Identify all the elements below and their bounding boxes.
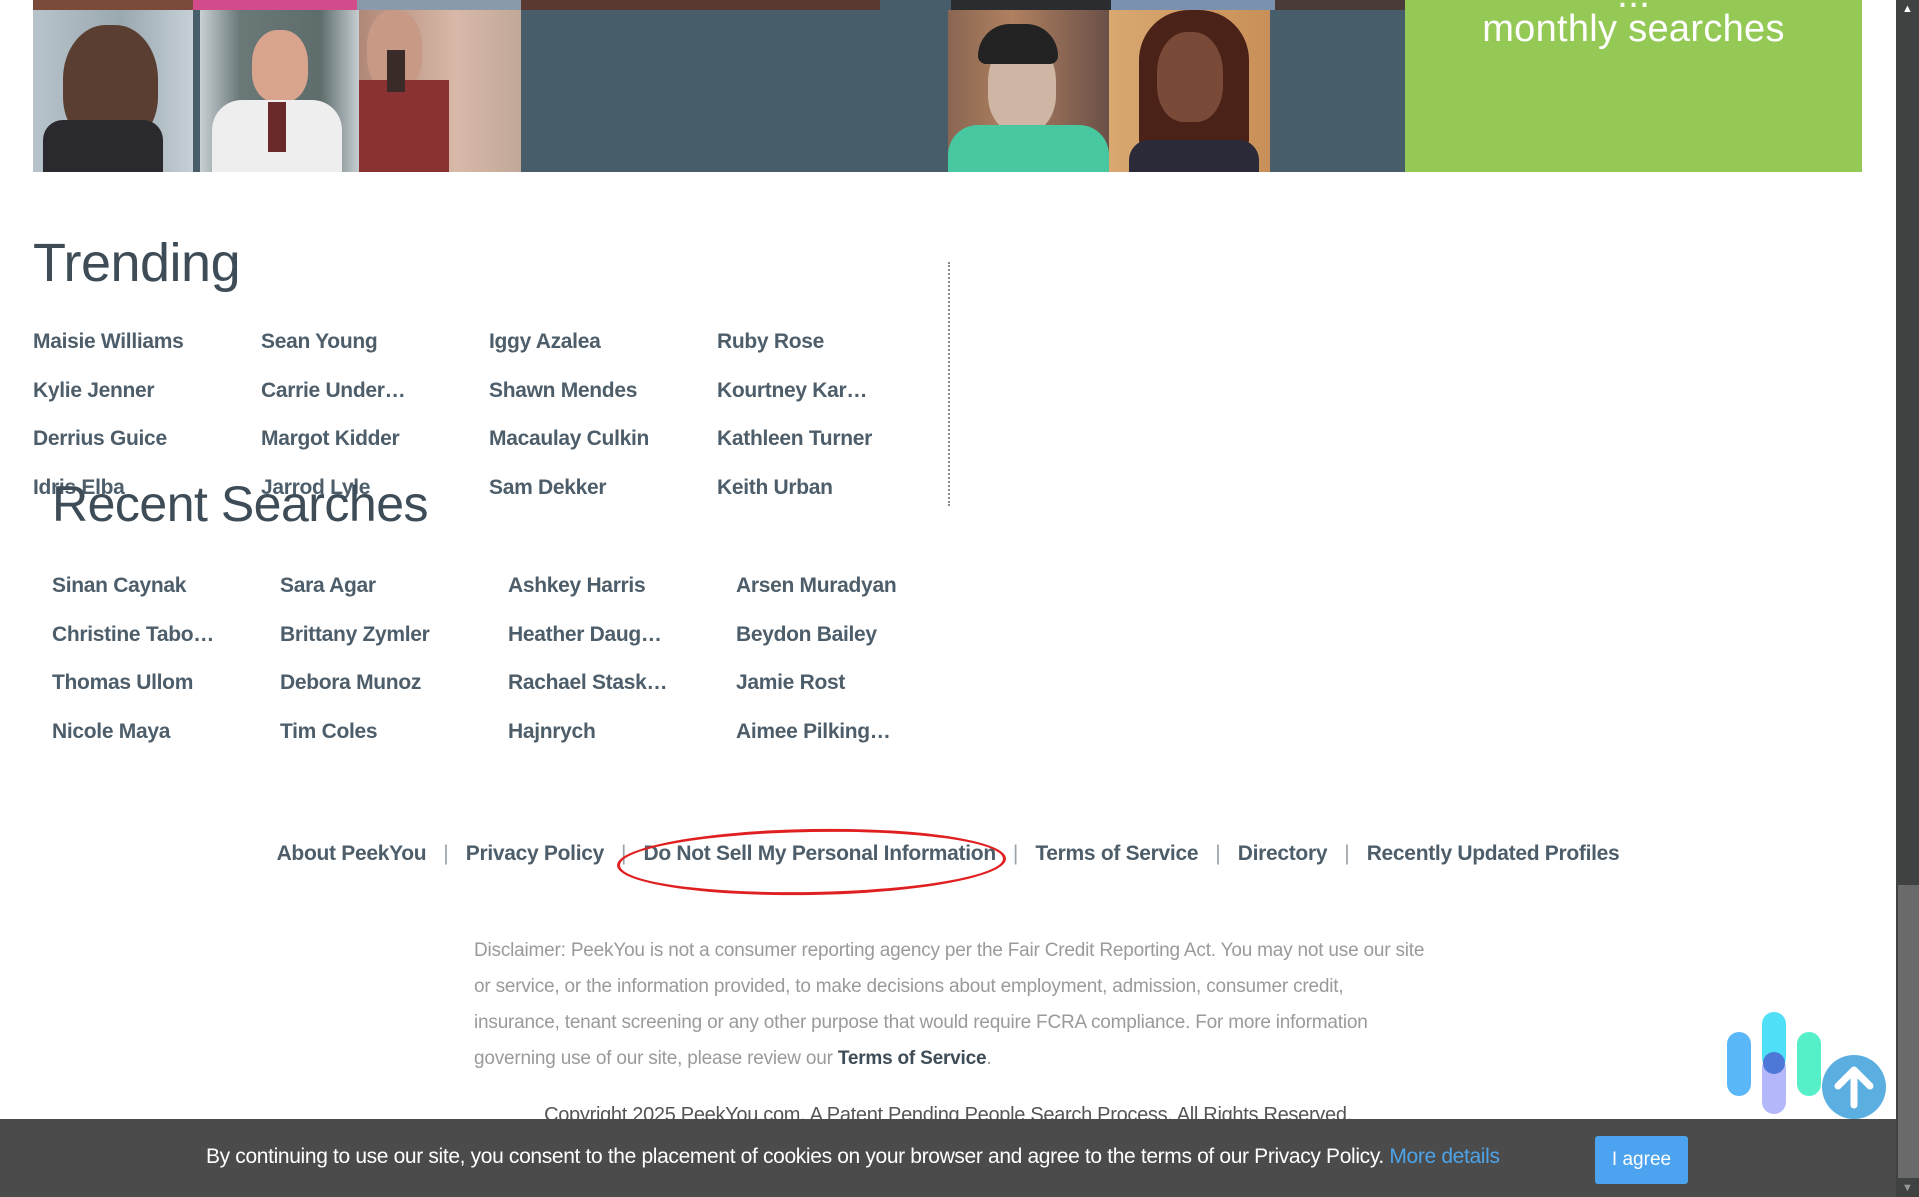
trending-name-link[interactable]: Iggy Azalea <box>489 330 601 354</box>
recent-searches-heading: Recent Searches <box>52 476 429 532</box>
agree-button[interactable]: I agree <box>1595 1136 1688 1184</box>
cookie-message: By continuing to use our site, you conse… <box>206 1145 1500 1169</box>
recent-search-name-link[interactable]: Heather Daug… <box>508 623 662 647</box>
stat-caption: monthly searches <box>1482 8 1785 50</box>
photo-strip-top <box>951 0 1111 10</box>
recent-search-name-link[interactable]: Rachael Stask… <box>508 671 668 695</box>
more-details-link[interactable]: More details <box>1389 1145 1500 1168</box>
photo-young-man[interactable] <box>948 10 1109 172</box>
trending-name-link[interactable]: Margot Kidder <box>261 427 400 451</box>
trending-name-link[interactable]: Macaulay Culkin <box>489 427 649 451</box>
recent-search-name-link[interactable]: Hajnrych <box>508 720 596 744</box>
scroll-down-arrow[interactable]: ▼ <box>1896 1179 1919 1197</box>
scroll-to-top-button[interactable] <box>1822 1055 1886 1119</box>
recent-search-name-link[interactable]: Tim Coles <box>280 720 378 744</box>
photo-strip-top <box>357 0 521 10</box>
assistant-bar-right <box>1797 1032 1821 1096</box>
recent-search-name-link[interactable]: Brittany Zymler <box>280 623 430 647</box>
footer-link-directory[interactable]: Directory <box>1238 842 1328 865</box>
trending-name-link[interactable]: Derrius Guice <box>33 427 167 451</box>
footer-separator: | <box>1344 842 1350 865</box>
recent-search-name-link[interactable]: Arsen Muradyan <box>736 574 897 598</box>
photo-woman[interactable] <box>1109 10 1270 172</box>
assistant-dot <box>1763 1052 1785 1074</box>
trending-name-link[interactable]: Sam Dekker <box>489 476 607 500</box>
recent-search-name-link[interactable]: Sara Agar <box>280 574 376 598</box>
stats-box: ... monthly searches <box>1405 0 1862 172</box>
footer-separator: | <box>443 842 449 865</box>
recent-search-name-link[interactable]: Beydon Bailey <box>736 623 877 647</box>
trending-name-link[interactable]: Kathleen Turner <box>717 427 872 451</box>
recent-search-name-link[interactable]: Christine Tabo… <box>52 623 214 647</box>
photo-strip-top <box>33 0 193 10</box>
cookie-banner: By continuing to use our site, you conse… <box>0 1119 1896 1197</box>
photo-strip-top <box>193 0 357 10</box>
photo-doctor[interactable] <box>200 10 360 172</box>
scroll-up-arrow[interactable]: ▲ <box>1896 0 1919 18</box>
photo-banner <box>33 0 1405 172</box>
footer-link-terms-of-service[interactable]: Terms of Service <box>1035 842 1198 865</box>
footer-link-do-not-sell-my-personal-information[interactable]: Do Not Sell My Personal Information <box>643 842 996 865</box>
trending-name-link[interactable]: Kourtney Kar… <box>717 379 867 403</box>
trending-name-link[interactable]: Maisie Williams <box>33 330 184 354</box>
trending-name-link[interactable]: Sean Young <box>261 330 378 354</box>
disclaimer-terms-link[interactable]: Terms of Service <box>838 1048 987 1069</box>
footer-nav: About PeekYou | Privacy Policy | Do Not Sell… <box>0 842 1896 866</box>
footer-separator: | <box>1215 842 1221 865</box>
photo-strip-top <box>521 0 880 10</box>
footer-link-recently-updated-profiles[interactable]: Recently Updated Profiles <box>1367 842 1620 865</box>
recent-search-name-link[interactable]: Thomas Ullom <box>52 671 193 695</box>
assistant-bar-left <box>1727 1032 1751 1096</box>
recent-search-name-link[interactable]: Ashkey Harris <box>508 574 646 598</box>
footer-separator: | <box>1012 842 1019 865</box>
cookie-text: By continuing to use our site, you conse… <box>206 1145 1384 1168</box>
voice-assistant-icon[interactable] <box>1725 1012 1825 1117</box>
section-divider <box>948 262 950 506</box>
trending-name-link[interactable]: Ruby Rose <box>717 330 824 354</box>
recent-search-name-link[interactable]: Jamie Rost <box>736 671 845 695</box>
trending-name-link[interactable]: Carrie Under… <box>261 379 406 403</box>
recent-search-name-link[interactable]: Debora Munoz <box>280 671 421 695</box>
recent-search-name-link[interactable]: Aimee Pilking… <box>736 720 891 744</box>
footer-link-privacy-policy[interactable]: Privacy Policy <box>466 842 605 865</box>
photo-strip-top <box>1275 0 1405 10</box>
photo-man-selfie[interactable] <box>359 10 521 172</box>
arrow-up-icon <box>1834 1066 1874 1109</box>
recent-search-name-link[interactable]: Sinan Caynak <box>52 574 186 598</box>
trending-name-link[interactable]: Keith Urban <box>717 476 833 500</box>
footer-link-about-peekyou[interactable]: About PeekYou <box>277 842 427 865</box>
scroll-thumb[interactable] <box>1898 885 1919 1178</box>
disclaimer-end: . <box>986 1048 992 1069</box>
trending-name-link[interactable]: Shawn Mendes <box>489 379 637 403</box>
disclaimer: Disclaimer: PeekYou is not a consumer re… <box>474 933 1434 1077</box>
recent-search-name-link[interactable]: Nicole Maya <box>52 720 170 744</box>
trending-heading: Trending <box>33 233 241 293</box>
footer-separator: | <box>621 842 627 865</box>
trending-name-link[interactable]: Kylie Jenner <box>33 379 155 403</box>
photo-man-cap[interactable] <box>33 10 193 172</box>
page-scrollbar[interactable]: ▲ ▼ <box>1896 0 1919 1197</box>
photo-strip-top <box>1111 0 1275 10</box>
